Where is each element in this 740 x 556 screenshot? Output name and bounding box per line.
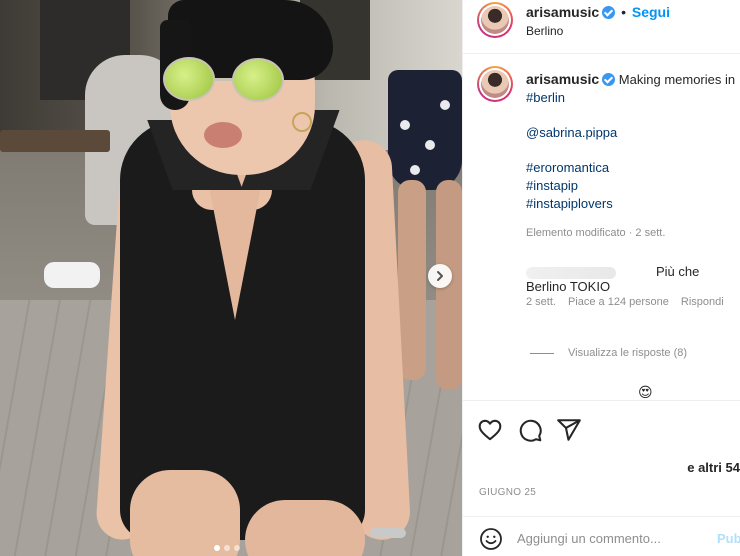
photo-skirt-dot [425, 140, 435, 150]
carousel-next-button[interactable] [428, 264, 452, 288]
caption-username-link[interactable]: arisamusic [526, 71, 599, 87]
follow-button[interactable]: Segui [632, 4, 670, 20]
photo-lips [204, 122, 242, 148]
comment-time[interactable]: 2 sett. [526, 296, 556, 308]
photo-table [0, 130, 110, 152]
emoji-picker-icon[interactable] [479, 527, 503, 551]
separator-dot: • [621, 4, 626, 20]
add-comment-bar: Pubblica [463, 516, 740, 556]
emoji-comment: 😍 [638, 384, 653, 400]
comment-item: Più che Berlino TOKIO [526, 264, 740, 294]
avatar-image [481, 70, 509, 98]
photo-earring [292, 112, 312, 132]
likes-count[interactable]: e altri 54 [687, 460, 740, 475]
username-link[interactable]: arisamusic [526, 4, 599, 20]
heart-icon[interactable] [477, 417, 503, 443]
mention-link[interactable]: @sabrina.pippa [526, 124, 738, 142]
carousel-dot-active [214, 545, 220, 551]
caption-avatar[interactable] [477, 66, 513, 102]
chevron-right-icon [437, 271, 443, 281]
blurred-commenter [526, 266, 616, 279]
photo-shoe [44, 262, 100, 288]
avatar[interactable] [477, 2, 513, 38]
comment-likes[interactable]: Piace a 124 persone [568, 296, 669, 308]
photo-background-leg [398, 180, 426, 380]
comment-meta: 2 sett. Piace a 124 persone Rispondi [526, 296, 724, 308]
carousel-dot [234, 545, 240, 551]
post-caption: arisamusic Making memories in #berlin @s… [526, 70, 738, 213]
caption-edited-meta: Elemento modificato · 2 sett. [526, 227, 666, 239]
verified-badge-icon [602, 73, 616, 86]
hashtag-instapiplovers[interactable]: #instapiplovers [526, 195, 738, 213]
publish-button[interactable]: Pubblica [717, 531, 740, 546]
add-comment-input[interactable] [517, 527, 707, 549]
hashtag-eroromantica[interactable]: #eroromantica [526, 159, 738, 177]
post-side-panel: arisamusic • Segui Berlino arisamusic Ma… [462, 0, 740, 556]
view-replies-label: Visualizza le risposte (8) [568, 347, 688, 359]
photo-background-skirt [388, 70, 462, 190]
header-user-line: arisamusic • Segui [526, 4, 670, 20]
hashtag-berlin[interactable]: #berlin [526, 89, 738, 107]
photo-leg-left [130, 470, 240, 556]
photo-skirt-dot [400, 120, 410, 130]
action-bar [463, 400, 740, 460]
caption-text: Making memories in [618, 72, 736, 87]
comment-icon[interactable] [517, 417, 543, 443]
comment-reply-button[interactable]: Rispondi [681, 296, 724, 308]
photo-sunglass-lens-left [163, 57, 215, 101]
replies-line [530, 352, 554, 354]
photo-skirt-dot [440, 100, 450, 110]
photo-sunglass-lens-right [232, 58, 284, 102]
share-icon[interactable] [556, 417, 582, 443]
location-link[interactable]: Berlino [526, 24, 563, 38]
view-replies-button[interactable]: Visualizza le risposte (8) [530, 347, 687, 359]
verified-badge-icon [602, 6, 616, 19]
post-header: arisamusic • Segui Berlino [463, 0, 740, 54]
avatar-image [481, 6, 509, 34]
photo-bracelet [370, 528, 406, 538]
hashtag-instapip[interactable]: #instapip [526, 177, 738, 195]
photo-sunglass-bridge [214, 78, 234, 81]
photo-skirt-dot [410, 165, 420, 175]
post-photo[interactable] [0, 0, 462, 556]
carousel-indicator [214, 545, 240, 551]
photo-leg-right [245, 500, 365, 556]
carousel-dot [224, 545, 230, 551]
post-date[interactable]: GIUGNO 25 [479, 487, 536, 498]
